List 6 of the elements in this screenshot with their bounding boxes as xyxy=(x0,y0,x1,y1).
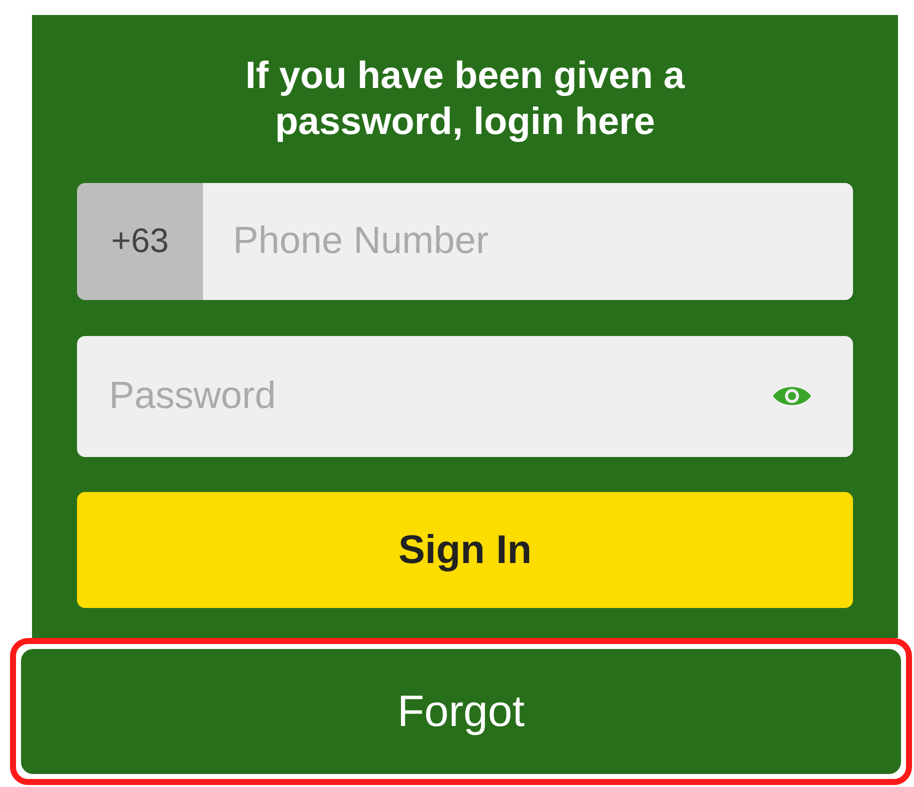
login-heading: If you have been given a password, login here xyxy=(244,54,686,145)
sign-in-button[interactable]: Sign In xyxy=(77,492,853,608)
forgot-button[interactable]: Forgot xyxy=(21,649,901,774)
password-field[interactable]: Password xyxy=(77,336,853,457)
phone-field[interactable]: Phone Number xyxy=(203,183,853,300)
country-code: +63 xyxy=(77,183,203,300)
